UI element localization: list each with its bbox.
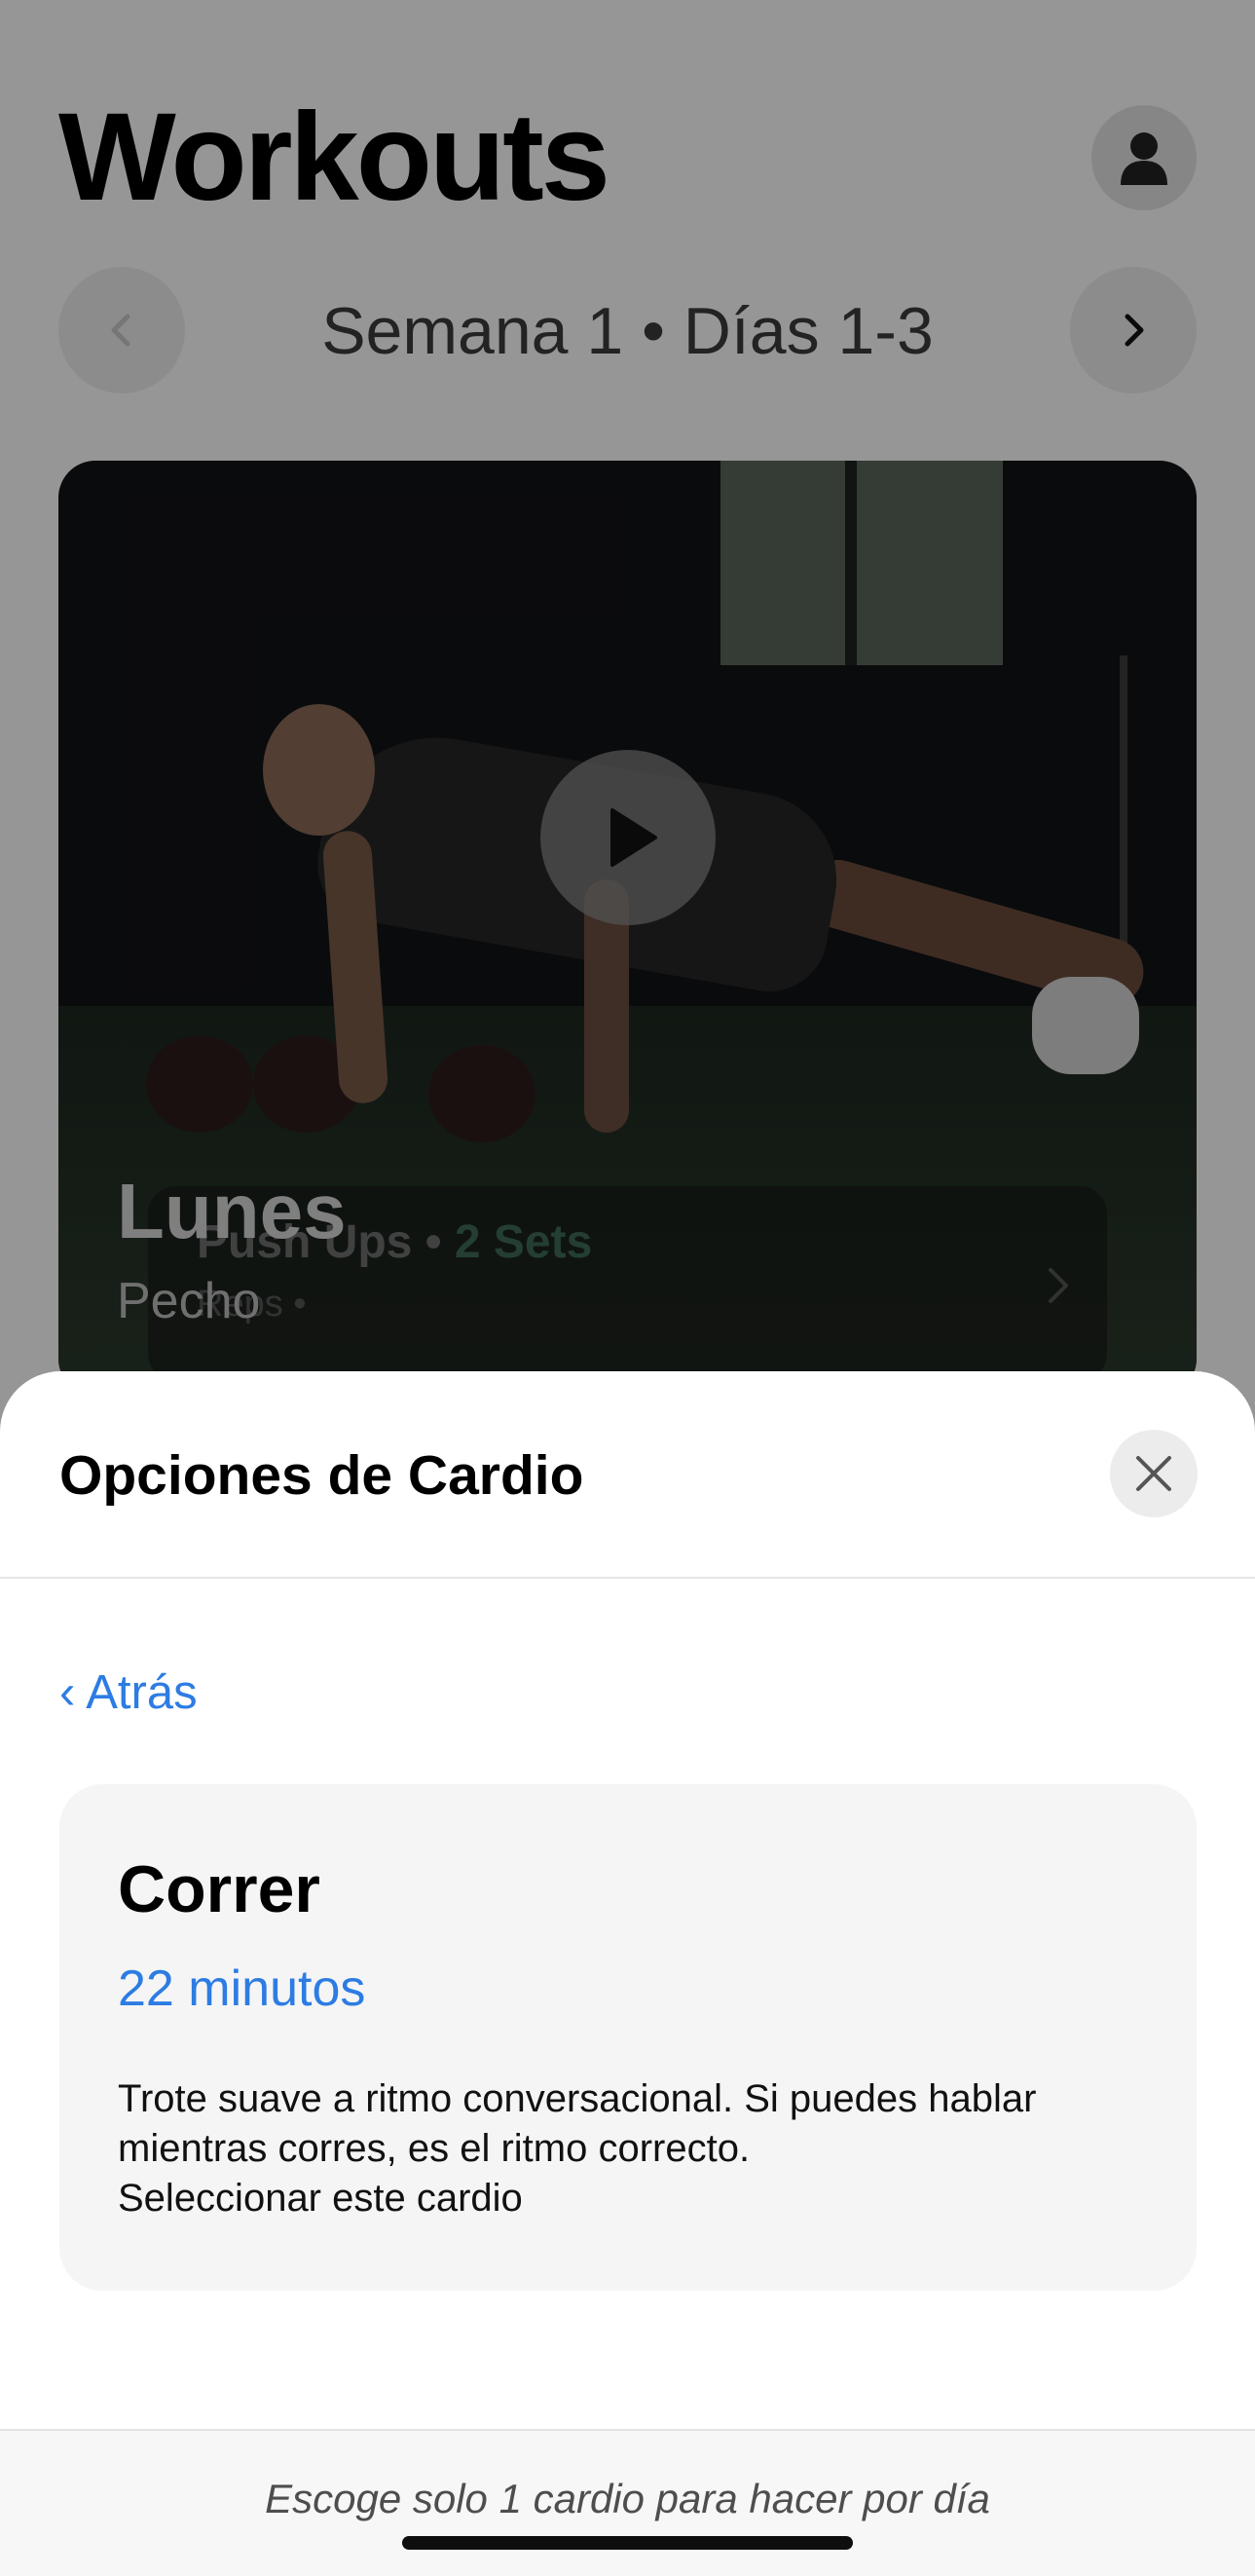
divider <box>0 1577 1255 1579</box>
home-indicator[interactable] <box>402 2536 853 2550</box>
close-button[interactable] <box>1110 1430 1198 1517</box>
cardio-options-sheet: Opciones de Cardio ‹ Atrás Correr 22 min… <box>0 1371 1255 2576</box>
select-cardio-button[interactable]: Seleccionar este cardio <box>118 2174 523 2223</box>
footer-note: Escoge solo 1 cardio para hacer por día <box>265 2476 990 2521</box>
close-icon <box>1136 1456 1171 1491</box>
cardio-option-duration: 22 minutos <box>118 1960 366 2017</box>
back-link[interactable]: ‹ Atrás <box>59 1663 198 1722</box>
sheet-title: Opciones de Cardio <box>59 1444 584 1507</box>
cardio-option-title: Correr <box>118 1852 320 1926</box>
cardio-option-card[interactable]: Correr 22 minutos Trote suave a ritmo co… <box>59 1784 1197 2291</box>
cardio-option-description: Trote suave a ritmo conversacional. Si p… <box>118 2077 1037 2170</box>
sheet-footer: Escoge solo 1 cardio para hacer por día <box>0 2429 1255 2576</box>
